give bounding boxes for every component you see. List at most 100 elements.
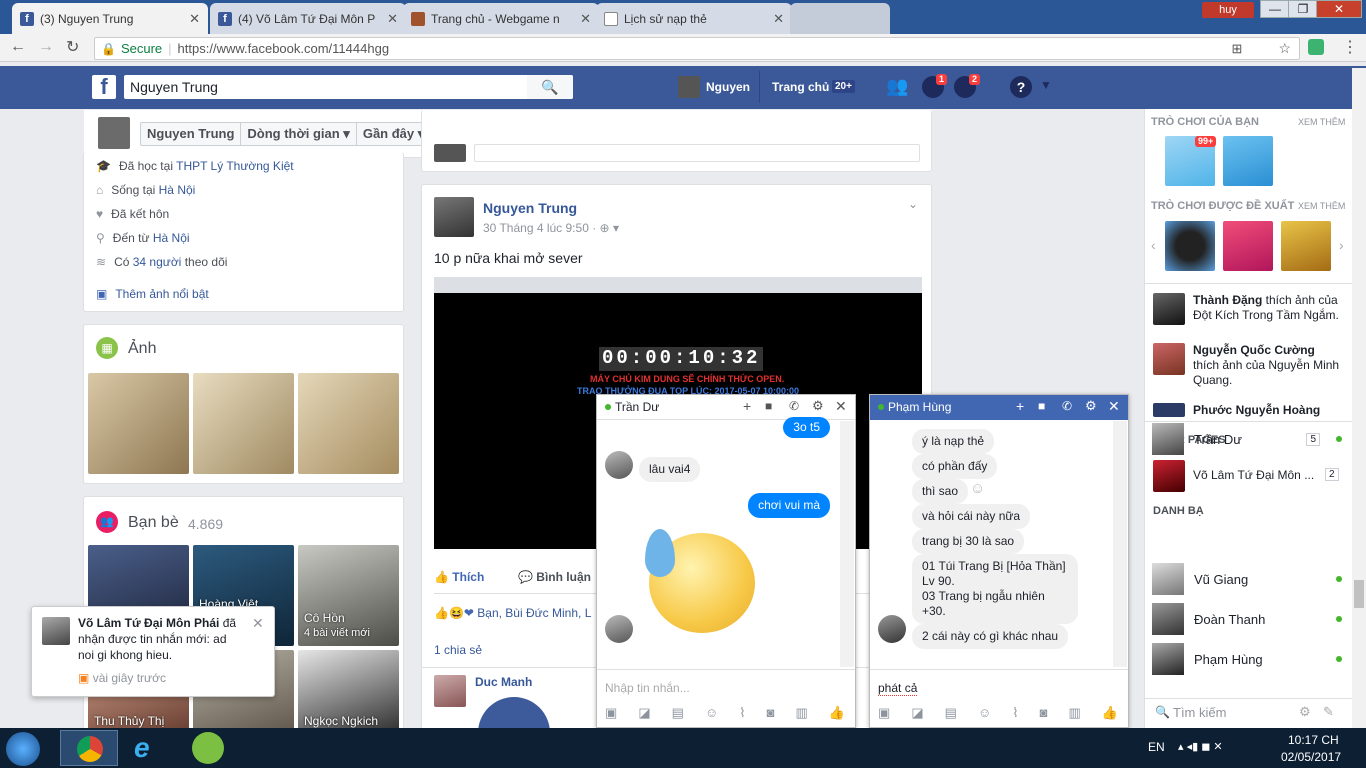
close-tab-icon[interactable]: ✕ (773, 11, 784, 27)
facebook-logo-icon[interactable]: f (92, 75, 116, 99)
notification-popup[interactable]: Võ Lâm Tứ Đại Môn Phái đã nhận được tin … (31, 606, 275, 697)
camera-icon[interactable]: ◙ (767, 705, 775, 721)
close-tab-icon[interactable]: ✕ (580, 11, 591, 27)
friend-thumb[interactable]: Ngkọc Ngkich (298, 650, 399, 730)
see-all-games-link[interactable]: XEM THÊM (1298, 117, 1345, 127)
reactions-summary[interactable]: 👍😆❤ Bạn, Bùi Đức Minh, L (434, 606, 591, 620)
clock-time[interactable]: 10:17 CH (1288, 733, 1339, 747)
extension-icon[interactable] (1308, 39, 1324, 55)
chevron-right-icon[interactable]: › (1339, 237, 1344, 253)
game-icon[interactable] (1223, 136, 1273, 186)
ticker-item[interactable]: Phước Nguyễn Hoàng (1193, 403, 1343, 417)
payment-icon[interactable]: ▥ (795, 705, 807, 721)
payment-icon[interactable]: ▥ (1068, 705, 1080, 721)
emoji-icon[interactable]: ☺ (978, 705, 991, 721)
emoji-icon[interactable]: ☺ (705, 705, 718, 721)
url-field[interactable]: 🔒 Secure | https://www.facebook.com/1144… (94, 37, 1300, 60)
close-window-button[interactable]: ✕ (1316, 0, 1362, 18)
video-call-icon[interactable]: ■ (1038, 399, 1045, 413)
chat-scrollbar[interactable] (1113, 421, 1127, 667)
close-icon[interactable]: ✕ (252, 615, 264, 632)
like-thumb-icon[interactable]: 👍 (829, 705, 845, 721)
page-scrollbar[interactable] (1352, 68, 1366, 728)
add-featured-link[interactable]: Thêm ảnh nổi bật (115, 287, 208, 301)
page-name[interactable]: Võ Lâm Tứ Đại Môn ... (1193, 468, 1314, 482)
ticker-item[interactable]: Thành Đặng thích ảnh của Đột Kích Trong … (1193, 293, 1343, 323)
profile-link[interactable]: Nguyen (706, 80, 750, 94)
compose-icon[interactable]: ✎ (1323, 704, 1334, 720)
phone-icon[interactable]: ✆ (789, 399, 799, 413)
chevron-left-icon[interactable]: ‹ (1151, 237, 1156, 253)
sticker-icon[interactable]: ◪ (638, 705, 650, 721)
contact-item[interactable]: Phạm Hùng (1152, 641, 1342, 677)
photo-thumb-3[interactable] (298, 373, 399, 474)
photo-icon[interactable]: ▣ (605, 705, 617, 721)
photo-thumb-1[interactable] (88, 373, 189, 474)
post-author-avatar[interactable] (434, 197, 474, 237)
reload-icon[interactable]: ↻ (66, 37, 79, 57)
friend-requests-icon[interactable]: 👥 (886, 76, 908, 97)
game-icon[interactable] (1281, 221, 1331, 271)
add-person-icon[interactable]: + (743, 398, 751, 414)
contact-item[interactable]: Trần Dư 5 (1152, 421, 1342, 457)
maximize-button[interactable]: ❐ (1288, 0, 1318, 18)
video-call-icon[interactable]: ■ (765, 399, 772, 413)
attachment-icon[interactable]: ⌇ (739, 705, 745, 721)
chat-search-bar[interactable]: 🔍 Tìm kiếm ⚙ ✎ (1144, 698, 1352, 728)
friends-title[interactable]: Bạn bè (128, 514, 179, 532)
close-icon[interactable]: ✕ (835, 398, 847, 415)
post-time[interactable]: 30 Tháng 4 lúc 9:50 · ⊕ ▾ (483, 221, 619, 235)
browser-tab-2[interactable]: f (4) Võ Lâm Tứ Đại Môn P ✕ (210, 3, 406, 34)
contact-item[interactable]: Đoàn Thanh (1152, 601, 1342, 637)
help-icon[interactable]: ? (1010, 76, 1032, 98)
ie-icon[interactable]: e (134, 732, 166, 764)
new-tab-button[interactable] (790, 3, 890, 34)
like-button[interactable]: 👍 Thích (434, 570, 484, 584)
followers-link[interactable]: 34 người (133, 255, 182, 269)
add-featured-row[interactable]: ▣ Thêm ảnh nổi bật (96, 282, 396, 306)
game-icon[interactable] (1165, 221, 1215, 271)
school-link[interactable]: THPT Lý Thường Kiệt (176, 159, 294, 173)
post-options-chevron-icon[interactable]: ⌄ (908, 197, 918, 211)
account-dropdown-icon[interactable]: ▼ (1040, 78, 1052, 92)
page-avatar[interactable] (1153, 460, 1185, 492)
like-thumb-icon[interactable]: 👍 (1102, 705, 1118, 721)
chat-title[interactable]: Trần Dư (615, 400, 659, 414)
contact-item[interactable]: Vũ Giang (1152, 561, 1342, 597)
avatar[interactable] (678, 76, 700, 98)
ticker-item[interactable]: Nguyễn Quốc Cường thích ảnh của Nguyễn M… (1193, 343, 1343, 388)
chrome-taskbar-button[interactable] (60, 730, 118, 766)
ticker-avatar[interactable] (1153, 293, 1185, 325)
minimize-button[interactable]: — (1260, 0, 1290, 18)
sticker-icon[interactable]: ◪ (911, 705, 923, 721)
gear-icon[interactable]: ⚙ (1299, 704, 1311, 720)
comment-button[interactable]: 💬 Bình luận (518, 570, 591, 584)
chat-scrollbar[interactable] (840, 421, 854, 667)
add-person-icon[interactable]: + (1016, 398, 1024, 414)
scrollbar-thumb[interactable] (1354, 580, 1364, 608)
commenter-name[interactable]: Duc Manh (475, 675, 532, 689)
gif-icon[interactable]: ▤ (672, 705, 684, 721)
gif-icon[interactable]: ▤ (945, 705, 957, 721)
tray-icons[interactable]: ▴ ◂▮ ◼ ✕ (1178, 740, 1223, 753)
photos-title[interactable]: Ảnh (128, 340, 156, 358)
game-icon[interactable] (1223, 221, 1273, 271)
language-indicator[interactable]: EN (1148, 740, 1165, 754)
translate-icon[interactable]: ⊞ (1232, 41, 1243, 57)
profile-avatar[interactable] (98, 117, 130, 149)
bookmark-star-icon[interactable]: ☆ (1278, 40, 1291, 57)
search-icon[interactable]: 🔍 (527, 75, 573, 99)
menu-kebab-icon[interactable]: ⋮ (1342, 37, 1358, 57)
forward-icon[interactable]: → (38, 38, 54, 56)
gear-icon[interactable]: ⚙ (1085, 398, 1097, 414)
coccoc-icon[interactable] (192, 732, 224, 764)
shares-link[interactable]: 1 chia sẻ (434, 643, 482, 657)
gear-icon[interactable]: ⚙ (812, 398, 824, 414)
chat-search-input[interactable]: Tìm kiếm (1173, 705, 1226, 720)
friend-thumb[interactable]: Cô Hồn 4 bài viết mới (298, 545, 399, 646)
attachment-icon[interactable]: ⌇ (1012, 705, 1018, 721)
camera-icon[interactable]: ◙ (1040, 705, 1048, 721)
photo-icon[interactable]: ▣ (878, 705, 890, 721)
close-icon[interactable]: ✕ (1108, 398, 1120, 415)
chat-title[interactable]: Phạm Hùng (888, 400, 951, 414)
